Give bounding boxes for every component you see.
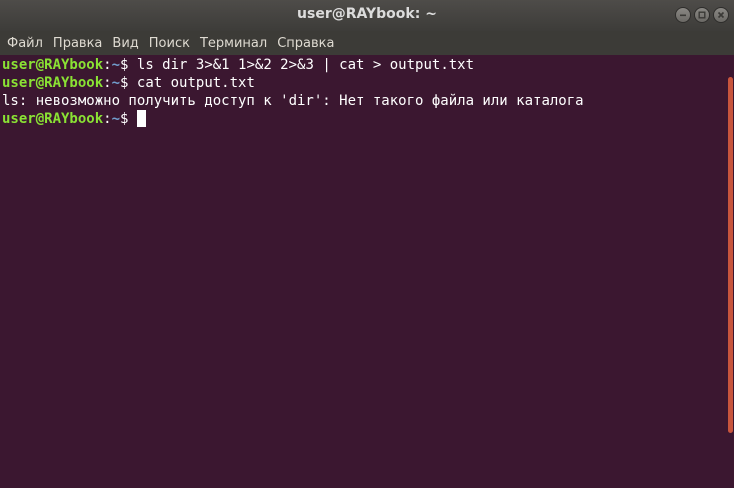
minimize-button[interactable] bbox=[675, 7, 691, 23]
command-text: cat output.txt bbox=[136, 75, 255, 91]
window-title: user@RAYbook: ~ bbox=[297, 6, 437, 22]
text-cursor bbox=[136, 110, 146, 127]
menu-item-view[interactable]: Вид bbox=[108, 36, 142, 51]
menu-bar: Файл Правка Вид Поиск Терминал Справка bbox=[0, 31, 734, 55]
prompt-sign: $ bbox=[120, 75, 137, 91]
close-icon bbox=[717, 11, 725, 19]
prompt-path: ~ bbox=[111, 111, 121, 127]
window-controls bbox=[675, 7, 729, 23]
prompt-colon: : bbox=[103, 75, 112, 91]
terminal-line: user@RAYbook:~$ bbox=[2, 110, 726, 128]
prompt-sign: $ bbox=[120, 57, 137, 73]
menu-item-search[interactable]: Поиск bbox=[145, 36, 194, 51]
close-button[interactable] bbox=[713, 7, 729, 23]
prompt-user: user@RAYbook bbox=[2, 111, 104, 127]
terminal-line: ls: невозможно получить доступ к 'dir': … bbox=[2, 92, 726, 110]
menu-item-terminal[interactable]: Терминал bbox=[196, 36, 271, 51]
prompt-path: ~ bbox=[111, 75, 121, 91]
terminal-line: user@RAYbook:~$ cat output.txt bbox=[2, 74, 726, 92]
maximize-button[interactable] bbox=[694, 7, 710, 23]
maximize-icon bbox=[698, 11, 706, 19]
terminal-window: user@RAYbook: ~ Файл Правка Вид Поиск Те… bbox=[0, 0, 734, 488]
terminal-output[interactable]: user@RAYbook:~$ ls dir 3>&1 1>&2 2>&3 | … bbox=[0, 55, 726, 488]
menu-item-help[interactable]: Справка bbox=[273, 36, 338, 51]
command-text: ls dir 3>&1 1>&2 2>&3 | cat > output.txt bbox=[136, 57, 475, 73]
output-text: ls: невозможно получить доступ к 'dir': … bbox=[2, 93, 584, 109]
scrollbar-thumb[interactable] bbox=[728, 77, 733, 433]
prompt-path: ~ bbox=[111, 57, 121, 73]
prompt-colon: : bbox=[103, 57, 112, 73]
minimize-icon bbox=[680, 14, 686, 17]
prompt-user: user@RAYbook bbox=[2, 57, 104, 73]
menu-item-edit[interactable]: Правка bbox=[49, 36, 106, 51]
terminal-line: user@RAYbook:~$ ls dir 3>&1 1>&2 2>&3 | … bbox=[2, 56, 726, 74]
prompt-sign: $ bbox=[120, 111, 137, 127]
prompt-colon: : bbox=[103, 111, 112, 127]
title-bar[interactable]: user@RAYbook: ~ bbox=[0, 0, 734, 31]
prompt-user: user@RAYbook bbox=[2, 75, 104, 91]
menu-item-file[interactable]: Файл bbox=[3, 36, 47, 51]
